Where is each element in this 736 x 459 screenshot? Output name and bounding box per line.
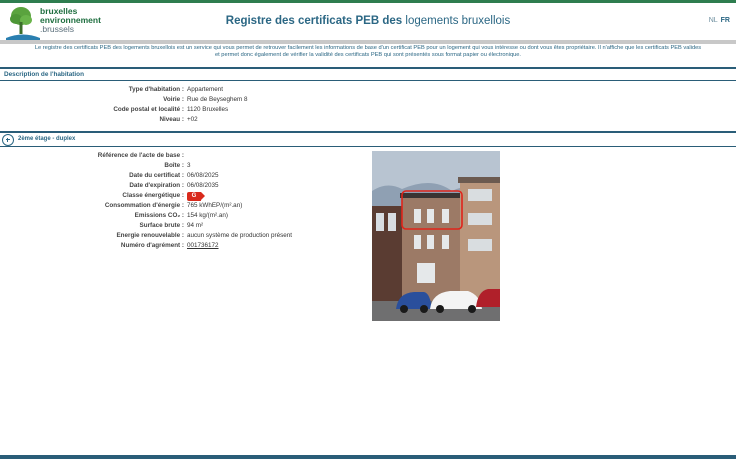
field-value: 154 kg/(m².an) <box>187 212 228 219</box>
field-label: Emissions CO₂ : <box>134 212 184 219</box>
page-header: bruxelles environnement .brussels Regist… <box>0 3 736 41</box>
field-value <box>184 151 187 161</box>
field-label: Date d'expiration : <box>129 182 184 189</box>
page-title-light: logements bruxellois <box>405 15 511 27</box>
field-label: Voirie : <box>163 96 184 103</box>
energy-class-badge: G <box>187 192 205 201</box>
field-row-classe: Classe énergétique : G <box>0 191 292 201</box>
lang-nl-link[interactable]: NL <box>709 17 718 24</box>
field-label: Classe énergétique : <box>122 192 184 199</box>
lang-fr-link[interactable]: FR <box>721 17 730 24</box>
field-label: Type d'habitation : <box>128 86 184 93</box>
field-row-postal: Code postal et localité : 1120 Bruxelles <box>0 105 248 115</box>
field-label: Référence de l'acte de base : <box>97 152 184 159</box>
field-label: Niveau : <box>159 116 185 123</box>
intro-line-1: Le registre des certificats PEB des loge… <box>34 45 702 51</box>
field-value: Appartement <box>187 86 224 93</box>
field-value: 001736172 <box>184 241 219 251</box>
bottom-accent-bar <box>0 455 736 459</box>
unit-section-header[interactable]: 2ème étage - duplex <box>0 131 736 147</box>
page-title-bold: Registre des certificats PEB des <box>225 15 403 27</box>
field-row-agrement: Numéro d'agrément : 001736172 <box>0 241 292 251</box>
field-label: Code postal et localité : <box>113 106 184 113</box>
field-row-energie: Energie renouvelable : aucun système de … <box>0 231 292 241</box>
field-row-date-expiration: Date d'expiration : 06/08/2035 <box>0 181 292 191</box>
field-value: aucun système de production présent <box>187 232 293 239</box>
field-row-co2: Emissions CO₂ : 154 kg/(m².an) <box>0 211 292 221</box>
field-label: Boîte : <box>164 162 184 169</box>
field-value: G <box>184 191 205 201</box>
field-row-voirie: Voirie : Rue de Beyseghem 8 <box>0 95 248 105</box>
intro-text: Le registre des certificats PEB des loge… <box>0 45 736 59</box>
page-title: Registre des certificats PEB des logemen… <box>0 15 736 27</box>
field-label: Numéro d'agrément : <box>120 242 184 249</box>
building-photo <box>372 151 500 321</box>
language-switcher: NL FR <box>709 17 730 24</box>
field-label: Date du certificat : <box>129 172 184 179</box>
field-label: Surface brute : <box>139 222 184 229</box>
field-value: Rue de Beyseghem 8 <box>187 96 248 103</box>
description-fields: Type d'habitation : Appartement Voirie :… <box>0 85 248 125</box>
field-row-type: Type d'habitation : Appartement <box>0 85 248 95</box>
field-value: 1120 Bruxelles <box>187 106 229 113</box>
certificate-fields: Référence de l'acte de base : Boîte : 3 … <box>0 151 292 251</box>
field-value: 94 m² <box>187 222 204 229</box>
field-row-consommation: Consommation d'énergie : 765 kWhEP/(m².a… <box>0 201 292 211</box>
field-value: +02 <box>187 116 198 123</box>
unit-heading: 2ème étage - duplex <box>18 136 76 142</box>
field-label: Energie renouvelable : <box>116 232 184 239</box>
intro-line-2: et permet donc également de vérifier la … <box>214 52 522 59</box>
field-value: 3 <box>187 162 191 169</box>
field-value: 765 kWhEP/(m².an) <box>187 202 243 209</box>
field-value: 06/08/2035 <box>187 182 219 189</box>
field-row-surface: Surface brute : 94 m² <box>0 221 292 231</box>
description-section-header: Description de l'habitation <box>0 67 736 81</box>
expand-plus-icon[interactable] <box>2 134 14 146</box>
agrement-link[interactable]: 001736172 <box>187 242 219 249</box>
field-row-reference: Référence de l'acte de base : <box>0 151 292 161</box>
field-row-boite: Boîte : 3 <box>0 161 292 171</box>
field-row-date-certificat: Date du certificat : 06/08/2025 <box>0 171 292 181</box>
field-value: 06/08/2025 <box>187 172 219 179</box>
header-divider <box>0 40 736 44</box>
field-row-niveau: Niveau : +02 <box>0 115 248 125</box>
description-heading: Description de l'habitation <box>4 71 84 78</box>
field-label: Consommation d'énergie : <box>104 202 184 209</box>
